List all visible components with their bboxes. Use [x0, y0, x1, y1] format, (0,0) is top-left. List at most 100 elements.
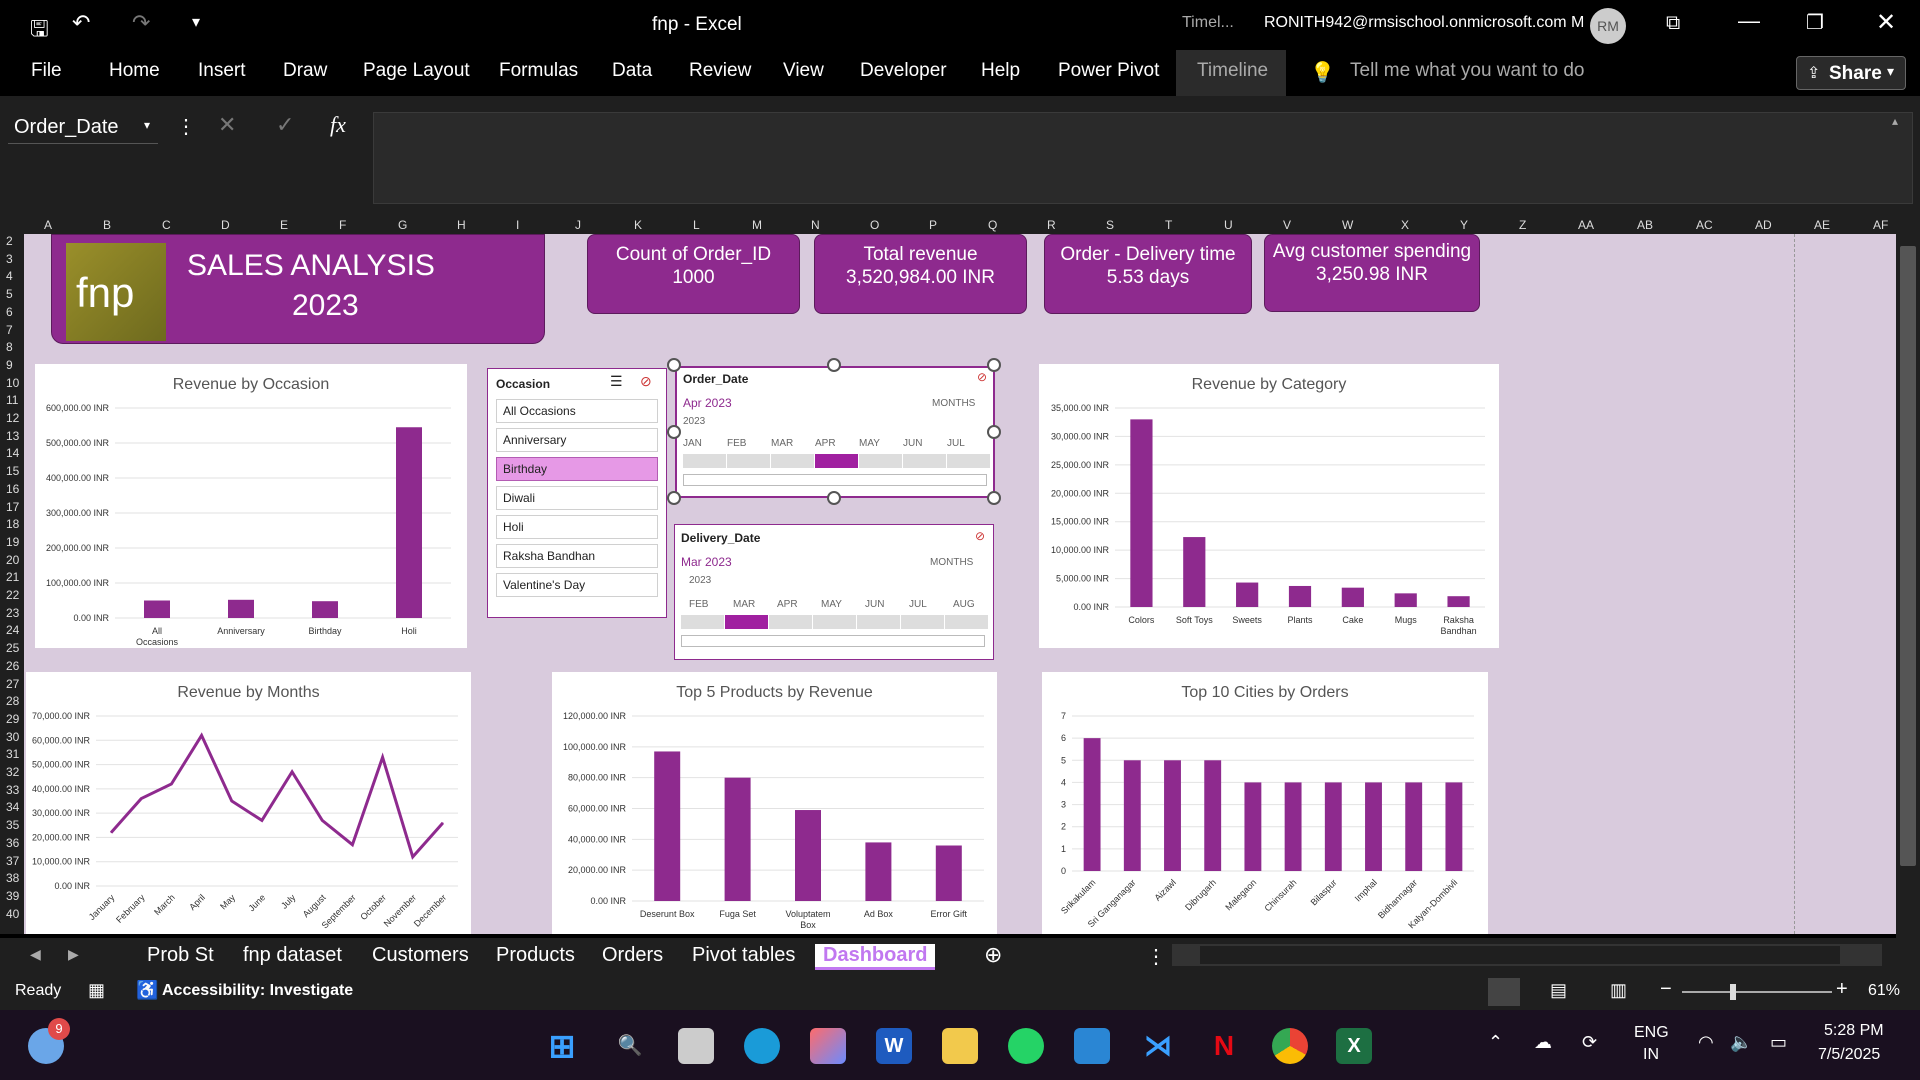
sheet-tab[interactable]: Pivot tables: [692, 944, 795, 967]
tab-data[interactable]: Data: [612, 60, 652, 82]
zoom-thumb[interactable]: [1730, 984, 1736, 1000]
occasion-slicer[interactable]: Occasion ☰ ⊘ All Occasions Anniversary Bir…: [487, 368, 667, 618]
column-header[interactable]: Z: [1519, 218, 1526, 232]
tab-view[interactable]: View: [783, 60, 824, 82]
timeline-scrollbar[interactable]: [681, 635, 985, 647]
row-header[interactable]: 26: [6, 659, 19, 673]
windows-start-icon[interactable]: ⊞: [544, 1028, 580, 1064]
row-header[interactable]: 25: [6, 641, 19, 655]
chart-revenue-by-category[interactable]: Revenue by Category 35,000.00 INR 30,000.0…: [1039, 364, 1499, 648]
more-options-icon[interactable]: ⋮: [176, 114, 196, 139]
sheet-tab[interactable]: fnp dataset: [243, 944, 342, 967]
dashboard-sheet[interactable]: fnp SALES ANALYSIS 2023 Count of Order_I…: [24, 234, 1896, 934]
row-header[interactable]: 34: [6, 800, 19, 814]
row-header[interactable]: 40: [6, 907, 19, 921]
timeline-month-cell[interactable]: [727, 454, 770, 468]
slicer-item[interactable]: Valentine's Day: [496, 573, 658, 597]
timeline-month-cell[interactable]: [725, 615, 768, 629]
row-header[interactable]: 36: [6, 836, 19, 850]
sheet-tab[interactable]: Prob St: [147, 944, 214, 967]
timeline-month-cell[interactable]: [857, 615, 900, 629]
row-header[interactable]: 2: [6, 234, 13, 248]
column-header[interactable]: E: [280, 218, 288, 232]
scroll-right-icon[interactable]: ▶: [68, 946, 79, 963]
share-button[interactable]: ⇪ Share ▾: [1796, 56, 1906, 90]
column-header[interactable]: R: [1047, 218, 1056, 232]
slicer-item[interactable]: Raksha Bandhan: [496, 544, 658, 568]
timeline-month-cell[interactable]: [813, 615, 856, 629]
row-header[interactable]: 33: [6, 783, 19, 797]
more-options-icon[interactable]: ⋮: [1146, 944, 1166, 969]
timeline-month-cell[interactable]: [683, 454, 726, 468]
timeline-month-cell[interactable]: [771, 454, 814, 468]
column-header[interactable]: AC: [1696, 218, 1713, 232]
chrome-icon[interactable]: [1272, 1028, 1308, 1064]
zoom-slider[interactable]: [1682, 984, 1832, 1000]
battery-icon[interactable]: ▭: [1770, 1032, 1787, 1053]
wifi-icon[interactable]: ◠: [1698, 1032, 1714, 1053]
column-header[interactable]: I: [516, 218, 519, 232]
save-icon[interactable]: 🖫: [30, 12, 49, 50]
row-header[interactable]: 24: [6, 623, 19, 637]
row-header[interactable]: 6: [6, 305, 13, 319]
scroll-thumb[interactable]: [1900, 246, 1916, 866]
ribbon-display-icon[interactable]: ⧉: [1666, 12, 1680, 35]
clock-date[interactable]: 7/5/2025: [1818, 1046, 1880, 1064]
column-header[interactable]: AD: [1755, 218, 1772, 232]
column-header[interactable]: G: [398, 218, 407, 232]
horizontal-scrollbar[interactable]: [1172, 944, 1882, 966]
account-name[interactable]: RONITH942@rmsischool.onmicrosoft.com M: [1264, 14, 1584, 32]
delivery-date-timeline[interactable]: Delivery_Date ⊘ Mar 2023 MONTHS 2023 FEB…: [674, 524, 994, 660]
column-header[interactable]: O: [870, 218, 879, 232]
column-header[interactable]: AF: [1873, 218, 1888, 232]
whatsapp-icon[interactable]: [1008, 1028, 1044, 1064]
clear-filter-icon[interactable]: ⊘: [640, 373, 652, 390]
accessibility-status[interactable]: Accessibility: Investigate: [162, 982, 353, 1000]
row-header[interactable]: 23: [6, 606, 19, 620]
timeline-level-dropdown[interactable]: MONTHS: [932, 398, 975, 409]
tab-insert[interactable]: Insert: [198, 60, 246, 82]
scroll-left-icon[interactable]: ◀: [30, 946, 41, 963]
enter-icon[interactable]: ✓: [276, 112, 294, 138]
tab-timeline[interactable]: Timeline: [1197, 60, 1268, 82]
slicer-item[interactable]: All Occasions: [496, 399, 658, 423]
row-header[interactable]: 5: [6, 287, 13, 301]
undo-icon[interactable]: ↶: [72, 10, 90, 36]
row-header[interactable]: 14: [6, 446, 19, 460]
timeline-level-dropdown[interactable]: MONTHS: [930, 557, 973, 568]
vscode-icon[interactable]: ⋊: [1140, 1028, 1176, 1064]
macro-record-icon[interactable]: ▦: [88, 980, 105, 1001]
formula-input[interactable]: [373, 112, 1913, 204]
edge-icon[interactable]: [744, 1028, 780, 1064]
timeline-month-cell[interactable]: [859, 454, 902, 468]
scroll-thumb[interactable]: [1200, 946, 1840, 964]
column-header[interactable]: L: [693, 218, 700, 232]
timeline-scrollbar[interactable]: [683, 474, 987, 486]
column-header[interactable]: B: [103, 218, 111, 232]
accessibility-icon[interactable]: ♿: [136, 980, 158, 1001]
redo-icon[interactable]: ↷: [132, 10, 150, 36]
row-header[interactable]: 7: [6, 323, 13, 337]
tab-formulas[interactable]: Formulas: [499, 60, 578, 82]
row-header[interactable]: 13: [6, 429, 19, 443]
row-header[interactable]: 22: [6, 588, 19, 602]
resize-handle[interactable]: [987, 491, 1001, 505]
timeline-month-cell[interactable]: [901, 615, 944, 629]
collapse-formula-icon[interactable]: ▴: [1892, 114, 1898, 128]
row-header[interactable]: 8: [6, 340, 13, 354]
search-icon[interactable]: 🔍: [612, 1028, 648, 1064]
timeline-month-cell[interactable]: [945, 615, 988, 629]
clear-filter-icon[interactable]: ⊘: [975, 529, 985, 543]
netflix-icon[interactable]: N: [1206, 1028, 1242, 1064]
column-header[interactable]: S: [1106, 218, 1114, 232]
column-header[interactable]: W: [1342, 218, 1353, 232]
column-header[interactable]: D: [221, 218, 230, 232]
minimize-icon[interactable]: —: [1738, 8, 1760, 34]
zoom-in-icon[interactable]: +: [1836, 978, 1848, 1001]
column-header[interactable]: AB: [1637, 218, 1653, 232]
resize-handle[interactable]: [667, 491, 681, 505]
copilot-icon[interactable]: [810, 1028, 846, 1064]
row-header[interactable]: 3: [6, 252, 13, 266]
column-header[interactable]: P: [929, 218, 937, 232]
timeline-month-cell[interactable]: [947, 454, 990, 468]
